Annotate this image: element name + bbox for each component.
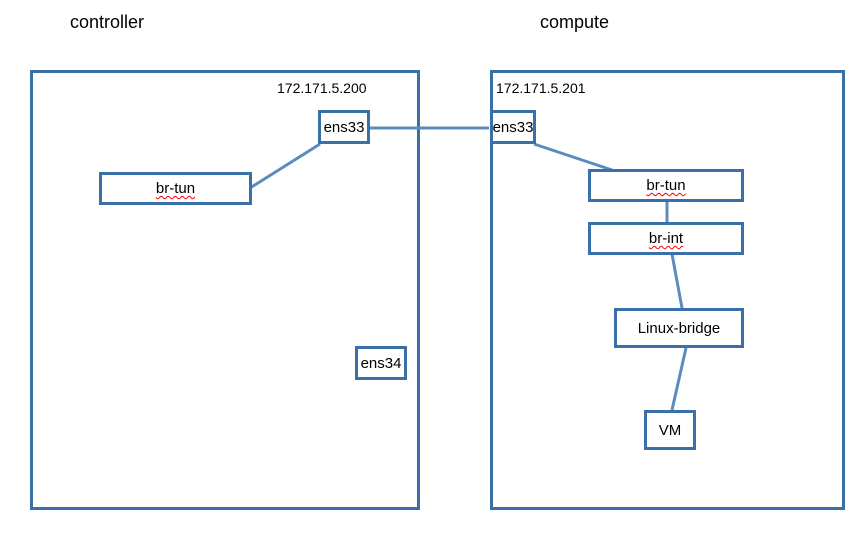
compute-br-int-text: br-int xyxy=(649,230,683,247)
controller-br-tun-node: br-tun xyxy=(99,172,252,205)
compute-br-int-node: br-int xyxy=(588,222,744,255)
compute-linux-bridge-node: Linux-bridge xyxy=(614,308,744,348)
controller-br-tun-text: br-tun xyxy=(156,180,195,197)
controller-ens34-node: ens34 xyxy=(355,346,407,380)
compute-ip-label: 172.171.5.201 xyxy=(496,80,586,96)
compute-br-tun-node: br-tun xyxy=(588,169,744,202)
controller-ens33-node: ens33 xyxy=(318,110,370,144)
controller-ip-label: 172.171.5.200 xyxy=(277,80,367,96)
compute-vm-node: VM xyxy=(644,410,696,450)
compute-br-tun-text: br-tun xyxy=(646,177,685,194)
compute-ens33-node: ens33 xyxy=(490,110,536,144)
controller-title: controller xyxy=(70,12,144,33)
compute-title: compute xyxy=(540,12,609,33)
